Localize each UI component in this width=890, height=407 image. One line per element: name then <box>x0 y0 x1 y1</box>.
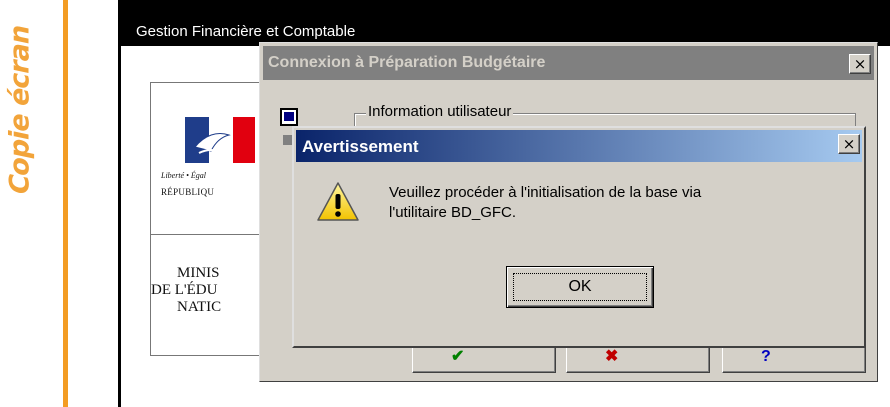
orange-divider <box>63 0 68 407</box>
app-titlebar: Gestion Financière et Comptable <box>118 0 890 46</box>
logo-motto: Liberté • Égal <box>161 171 207 180</box>
user-info-group-label: Information utilisateur <box>366 103 514 120</box>
app-title: Gestion Financière et Comptable <box>136 23 356 40</box>
warning-message-line: Veuillez procéder à l'initialisation de … <box>389 184 702 201</box>
check-icon: ✔ <box>451 348 465 365</box>
login-dialog-close-button[interactable]: × <box>849 54 871 74</box>
ministry-text: MINIS DE L'ÉDU NATIC <box>151 265 271 316</box>
app-window-border <box>118 46 121 407</box>
help-icon: ? <box>761 348 771 365</box>
warning-dialog-title: Avertissement <box>302 137 419 156</box>
close-icon: × <box>853 55 867 73</box>
warning-icon <box>317 182 359 221</box>
ok-button-label: OK <box>568 278 592 295</box>
logo-country: RÉPUBLIQU <box>161 187 215 197</box>
ministry-line: DE L'ÉDU <box>151 282 218 298</box>
warning-dialog-close-button[interactable]: × <box>838 134 860 154</box>
close-icon: × <box>842 135 856 153</box>
ministry-line: NATIC <box>177 299 222 315</box>
marianne-logo-icon <box>185 117 255 163</box>
warning-dialog-titlebar[interactable]: Avertissement <box>296 130 862 162</box>
warning-dialog: Avertissement × Veuillez procéder à l'in… <box>292 126 866 348</box>
republic-logo-panel: Liberté • Égal RÉPUBLIQU <box>150 82 272 235</box>
login-dialog-titlebar[interactable]: Connexion à Préparation Budgétaire <box>263 46 874 80</box>
side-watermark: Copie écran <box>4 10 36 210</box>
warning-message-line: l'utilitaire BD_GFC. <box>389 204 517 221</box>
login-dialog-title: Connexion à Préparation Budgétaire <box>268 54 546 71</box>
side-watermark-text: Copie écran <box>4 22 36 198</box>
warning-message: Veuillez procéder à l'initialisation de … <box>389 183 701 223</box>
ministry-panel: MINIS DE L'ÉDU NATIC <box>150 234 272 356</box>
ministry-line: MINIS <box>177 265 220 281</box>
cross-icon: ✖ <box>605 348 619 365</box>
ok-button[interactable]: OK <box>506 266 654 308</box>
